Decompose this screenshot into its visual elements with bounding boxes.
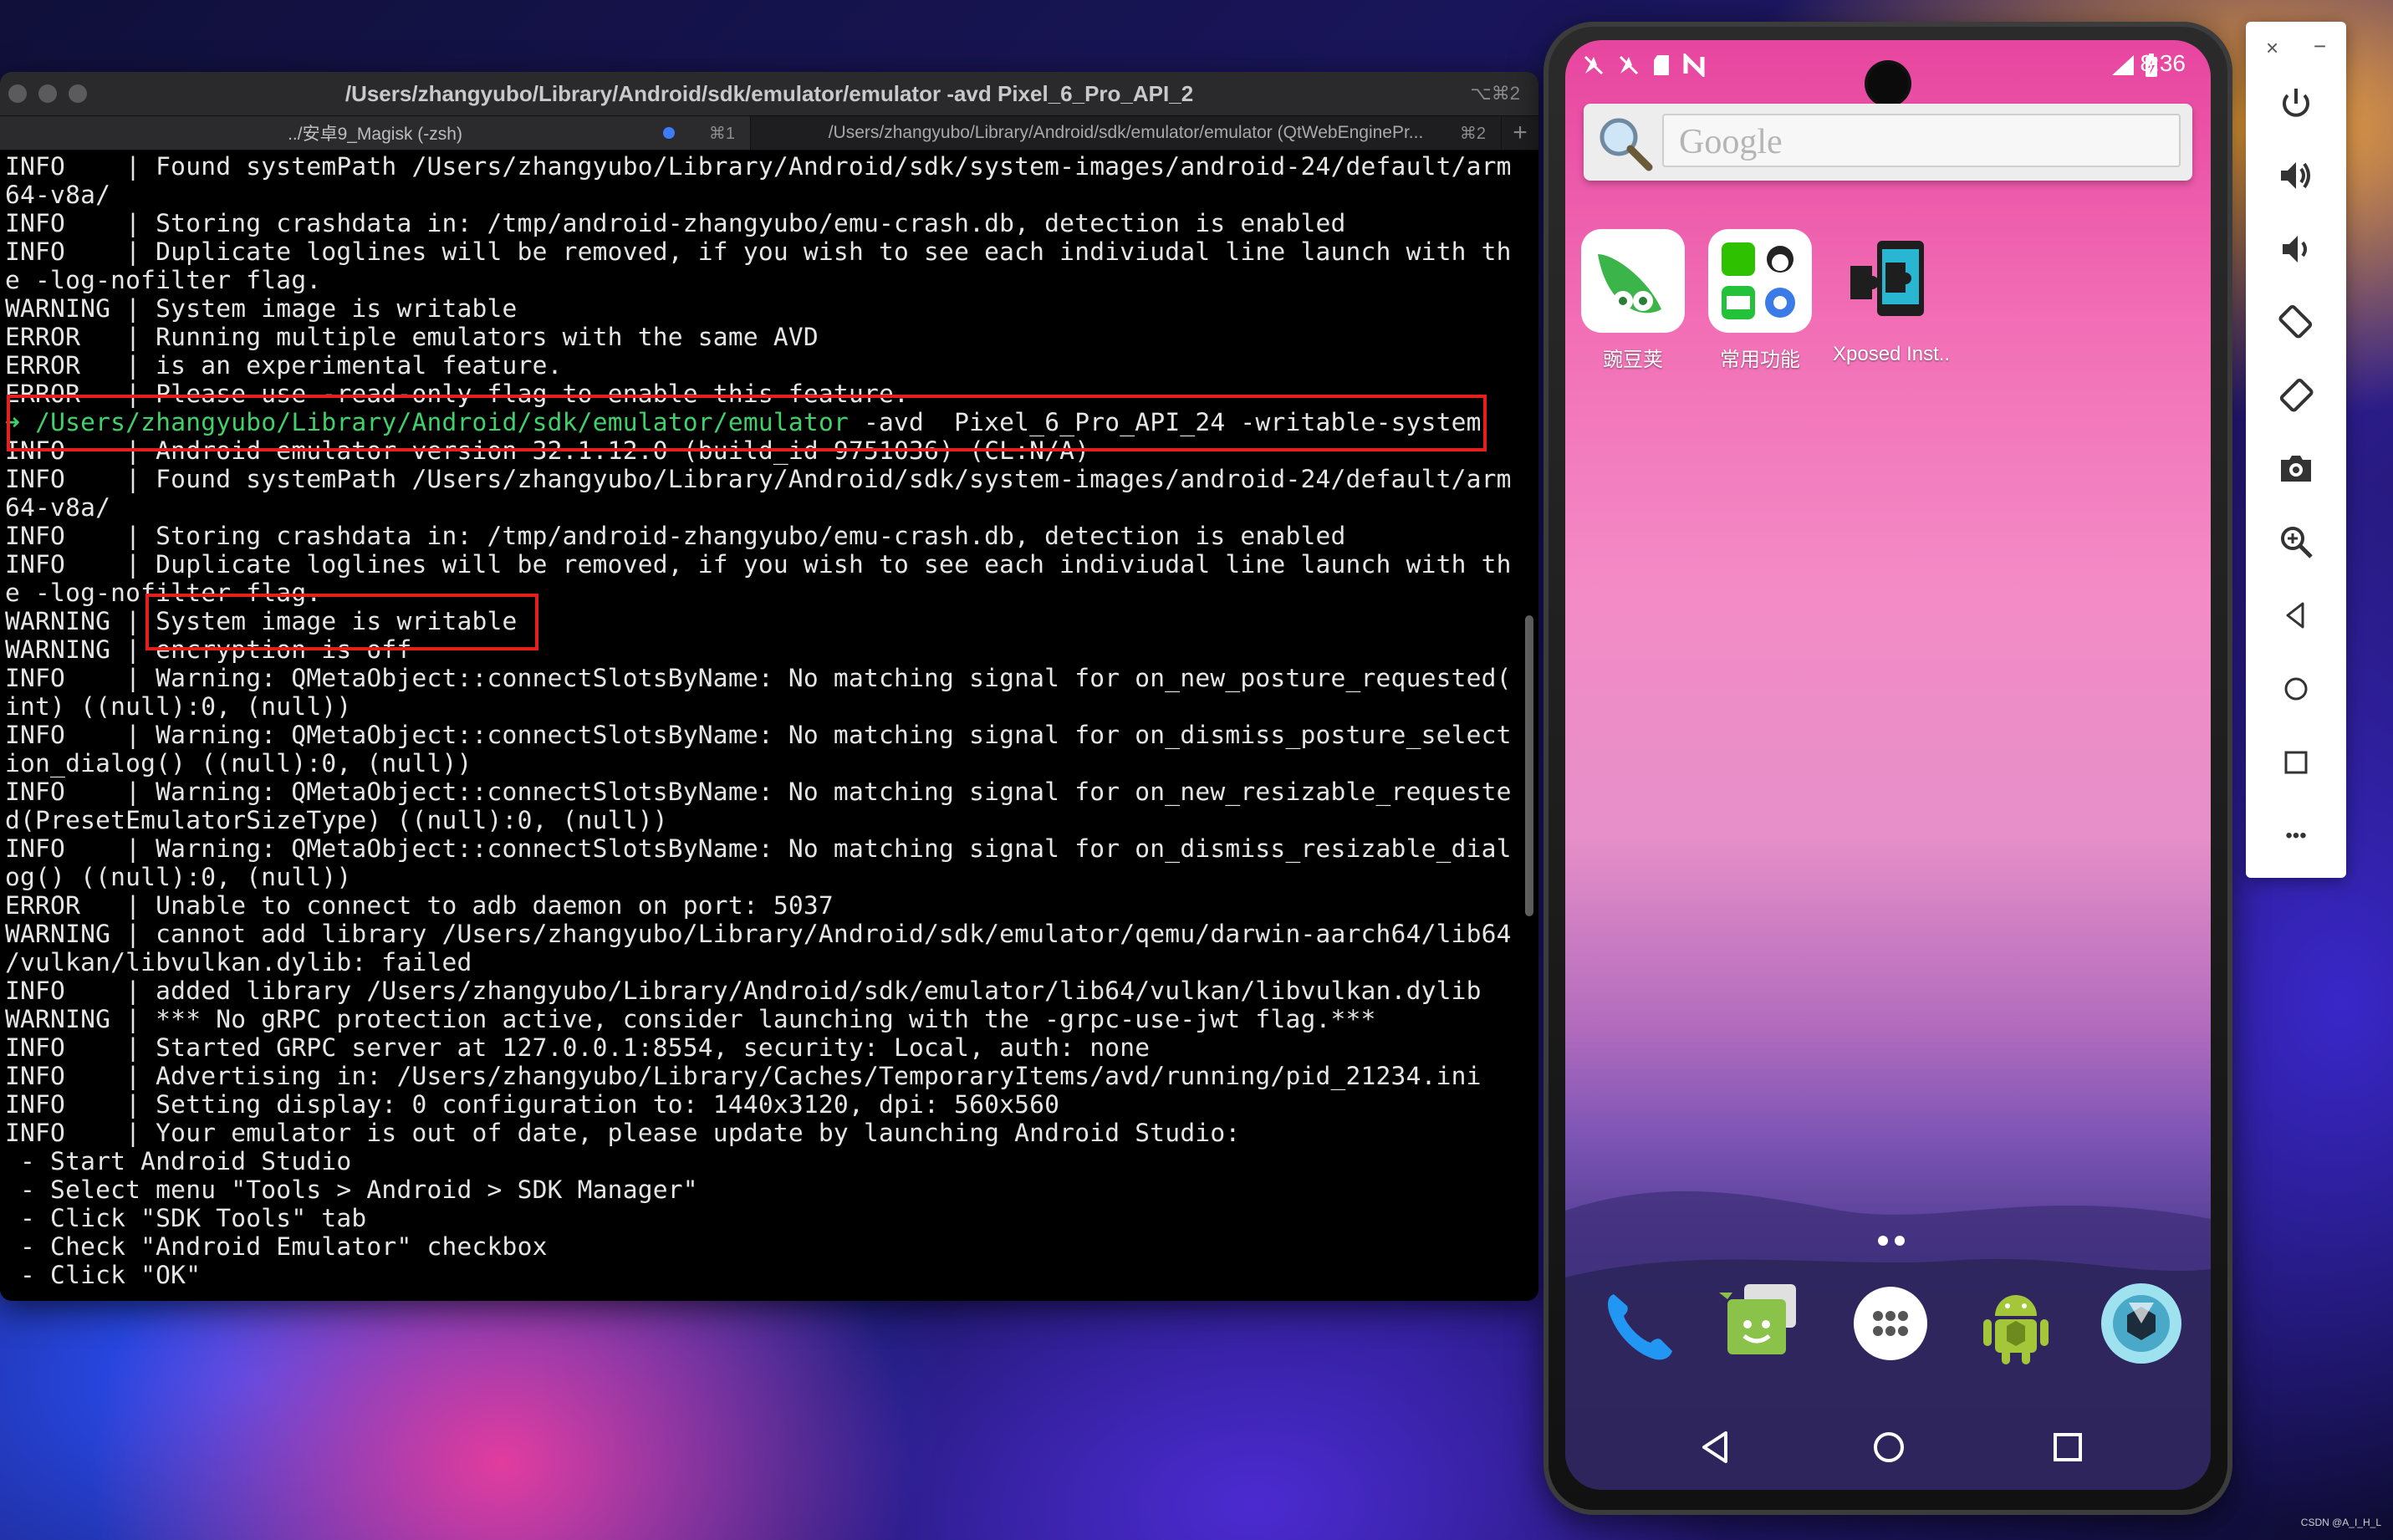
app-label: 豌豆荚 <box>1603 349 1663 371</box>
xposed-icon <box>1835 229 1939 333</box>
notification-icon <box>1619 55 1639 75</box>
terminal-line: WARNING | System image is writable <box>5 294 518 323</box>
terminal-scrollbar[interactable] <box>1525 615 1533 916</box>
screenshot-camera-icon[interactable] <box>2276 448 2316 488</box>
terminal-line: INFO | Warning: QMetaObject::connectSlot… <box>5 778 1512 806</box>
tab-label: ../安卓9_Magisk (-zsh) <box>288 125 462 144</box>
zoom-icon[interactable] <box>2276 522 2316 562</box>
terminal-line: - Select menu "Tools > Android > SDK Man… <box>5 1175 698 1204</box>
volume-up-icon[interactable] <box>2276 156 2316 196</box>
camera-icon[interactable] <box>2095 1277 2187 1369</box>
terminal-output[interactable]: INFO | Found systemPath /Users/zhangyubo… <box>0 152 1538 1301</box>
emulator-toolbar: × − ••• <box>2246 22 2346 878</box>
back-button-icon[interactable] <box>2276 595 2316 635</box>
folder-icon <box>1708 229 1812 333</box>
terminal-line: int) ((null):0, (null)) <box>5 692 352 721</box>
n-icon <box>1683 54 1705 77</box>
tab-magisk[interactable]: ../安卓9_Magisk (-zsh) ⌘1 <box>0 116 750 150</box>
terminal-line: INFO | Warning: QMetaObject::connectSlot… <box>5 834 1512 863</box>
terminal-line: INFO | Duplicate loglines will be remove… <box>5 550 1512 579</box>
terminal-line: - Start Android Studio <box>5 1147 352 1175</box>
new-tab-button[interactable]: + <box>1501 116 1538 150</box>
rotate-left-icon[interactable] <box>2276 301 2316 341</box>
power-icon[interactable] <box>2276 84 2316 124</box>
all-apps-icon[interactable] <box>1844 1277 1936 1369</box>
window-shortcut: ⌥⌘2 <box>1470 83 1520 104</box>
terminal-line: INFO | Setting display: 0 configuration … <box>5 1090 1060 1119</box>
more-options-icon[interactable]: ••• <box>2276 816 2316 856</box>
terminal-titlebar[interactable]: /Users/zhangyubo/Library/Android/sdk/emu… <box>0 72 1538 116</box>
terminal-line: WARNING | cannot add library /Users/zhan… <box>5 920 1512 948</box>
terminal-line: WARNING | *** No gRPC protection active,… <box>5 1005 1376 1033</box>
activity-dot-icon <box>663 127 675 139</box>
terminal-line: INFO | Warning: QMetaObject::connectSlot… <box>5 664 1512 692</box>
app-xposed[interactable]: Xposed Inst.. <box>1833 229 1951 366</box>
google-search-widget[interactable]: Google <box>1584 104 2192 181</box>
app-folder-common[interactable]: 常用功能 <box>1706 229 1814 372</box>
terminal-line: INFO | added library /Users/zhangyubo/Li… <box>5 977 1482 1005</box>
watermark: CSDN @A_I_H_L <box>2300 1517 2381 1528</box>
android-screen[interactable]: 8:36 Google 豌豆荚 常用功能 Xposed Inst.. <box>1565 40 2211 1490</box>
terminal-line: - Check "Android Emulator" checkbox <box>5 1232 548 1261</box>
emulator-device-frame: 8:36 Google 豌豆荚 常用功能 Xposed Inst.. <box>1543 22 2232 1515</box>
terminal-line: ERROR | is an experimental feature. <box>5 351 563 380</box>
terminal-window[interactable]: /Users/zhangyubo/Library/Android/sdk/emu… <box>0 72 1538 1301</box>
home-button-icon[interactable] <box>2276 669 2316 709</box>
terminal-line: 64-v8a/ <box>5 181 111 209</box>
tab-bar: ../安卓9_Magisk (-zsh) ⌘1 /Users/zhangyubo… <box>0 116 1538 150</box>
terminal-line: INFO | Your emulator is out of date, ple… <box>5 1119 1241 1147</box>
terminal-line: INFO | Storing crashdata in: /tmp/androi… <box>5 209 1346 237</box>
dock <box>1565 1277 2211 1386</box>
rotate-right-icon[interactable] <box>2276 375 2316 415</box>
overview-button-icon[interactable] <box>2276 742 2316 783</box>
terminal-line: 64-v8a/ <box>5 493 111 522</box>
back-icon[interactable] <box>1696 1426 1737 1468</box>
terminal-line: og() ((null):0, (null)) <box>5 863 352 891</box>
terminal-line: INFO | Found systemPath /Users/zhangyubo… <box>5 465 1512 493</box>
recents-icon[interactable] <box>2047 1426 2089 1468</box>
terminal-line: INFO | Found systemPath /Users/zhangyubo… <box>5 152 1512 181</box>
wandoujia-icon <box>1581 229 1685 333</box>
app-wandoujia[interactable]: 豌豆荚 <box>1579 229 1687 372</box>
terminal-line: ion_dialog() ((null):0, (null)) <box>5 749 472 778</box>
front-camera <box>1868 64 1908 104</box>
highlight-command-box <box>7 395 1487 451</box>
terminal-line: d(PresetEmulatorSizeType) ((null):0, (nu… <box>5 806 668 834</box>
tab-shortcut: ⌘1 <box>708 124 735 143</box>
window-title: /Users/zhangyubo/Library/Android/sdk/emu… <box>344 80 1194 106</box>
terminal-line: - Click "OK" <box>5 1261 202 1289</box>
messaging-icon[interactable] <box>1716 1277 1808 1369</box>
signal-icon <box>2112 55 2134 75</box>
terminal-line: INFO | Duplicate loglines will be remove… <box>5 237 1512 266</box>
close-icon[interactable]: × <box>2266 35 2278 61</box>
home-icon[interactable] <box>1868 1426 1910 1468</box>
minimize-icon[interactable]: − <box>2314 33 2326 59</box>
navigation-bar <box>1565 1411 2211 1486</box>
app-label: Xposed Inst.. <box>1833 343 1951 365</box>
notification-icon <box>1584 55 1604 75</box>
tab-label: /Users/zhangyubo/Library/Android/sdk/emu… <box>828 123 1424 142</box>
terminal-line: e -log-nofilter flag. <box>5 266 322 294</box>
terminal-line: INFO | Started GRPC server at 127.0.0.1:… <box>5 1033 1151 1062</box>
app-label: 常用功能 <box>1720 349 1800 371</box>
terminal-line: - Click "SDK Tools" tab <box>5 1204 367 1232</box>
terminal-line: ERROR | Running multiple emulators with … <box>5 323 819 351</box>
search-icon <box>1600 118 1653 171</box>
volume-down-icon[interactable] <box>2276 229 2316 269</box>
highlight-writable-box <box>145 594 538 650</box>
android-icon[interactable] <box>1970 1277 2062 1369</box>
search-input[interactable]: Google <box>1662 114 2181 167</box>
status-time: 8:36 <box>2140 50 2186 76</box>
sd-card-icon <box>1654 55 1669 75</box>
terminal-line: INFO | Advertising in: /Users/zhangyubo/… <box>5 1062 1482 1090</box>
phone-icon[interactable] <box>1594 1277 1686 1369</box>
toolbar-header: × − <box>2246 30 2346 64</box>
page-indicator <box>1878 1236 1905 1246</box>
terminal-line: /vulkan/libvulkan.dylib: failed <box>5 948 472 977</box>
tab-shortcut: ⌘2 <box>1459 124 1486 143</box>
tab-emulator[interactable]: /Users/zhangyubo/Library/Android/sdk/emu… <box>750 116 1501 150</box>
terminal-line: INFO | Warning: QMetaObject::connectSlot… <box>5 721 1512 749</box>
terminal-line: INFO | Storing crashdata in: /tmp/androi… <box>5 522 1346 550</box>
terminal-line: ERROR | Unable to connect to adb daemon … <box>5 891 834 920</box>
